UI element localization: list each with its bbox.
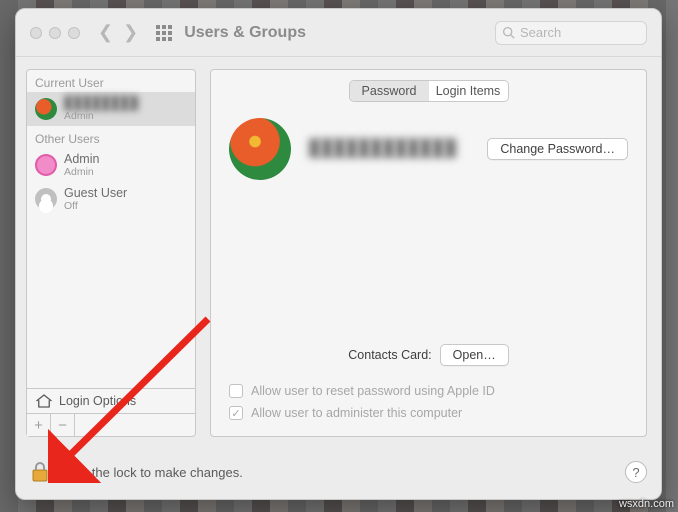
section-other-users: Other Users [27,126,195,148]
tab-login-items[interactable]: Login Items [429,81,508,101]
tab-password[interactable]: Password [350,81,429,101]
window-controls[interactable] [30,27,80,39]
checkbox-allow-admin[interactable]: ✓ [229,406,243,420]
user-avatar-large[interactable] [229,118,291,180]
minimize-dot[interactable] [49,27,61,39]
watermark: wsxdn.com [619,498,674,510]
change-password-button[interactable]: Change Password… [487,138,628,160]
main-panel: Password Login Items ████████████ Change… [210,69,647,437]
user-row[interactable]: Admin Admin [27,148,195,182]
avatar-icon [35,154,57,176]
allow-reset-label: Allow user to reset password using Apple… [251,384,495,398]
login-options[interactable]: Login Options [27,388,195,413]
zoom-dot[interactable] [68,27,80,39]
avatar-icon [35,188,57,210]
chevron-left-icon[interactable]: ❮ [98,22,113,43]
allow-admin-label: Allow user to administer this computer [251,406,462,420]
search-placeholder: Search [520,25,561,40]
user-role: Off [64,200,127,212]
open-contacts-button[interactable]: Open… [440,344,509,366]
checkbox-allow-reset[interactable] [229,384,243,398]
lock-icon[interactable] [30,461,50,483]
grid-icon[interactable] [156,25,172,41]
user-role: Admin [64,110,139,122]
close-dot[interactable] [30,27,42,39]
window-title: Users & Groups [184,24,306,42]
back-forward[interactable]: ❮ ❯ [92,22,144,43]
add-user-button[interactable]: + [27,414,51,436]
add-remove-bar: + − [27,413,195,436]
user-row[interactable]: Guest User Off [27,182,195,216]
house-icon [35,394,53,408]
search-icon [502,26,515,39]
user-display-name: ████████████ [309,140,469,158]
user-name: ████████ [64,96,139,110]
footer: Click the lock to make changes. ? [16,445,661,499]
remove-user-button[interactable]: − [51,414,75,436]
help-button[interactable]: ? [625,461,647,483]
chevron-right-icon[interactable]: ❯ [123,22,138,43]
contacts-card-label: Contacts Card: [348,348,431,362]
toolbar: ❮ ❯ Users & Groups Search [16,9,661,57]
avatar-icon [35,98,57,120]
search-field[interactable]: Search [495,21,647,45]
prefs-window: ❮ ❯ Users & Groups Search Current User █… [15,8,662,500]
user-name: Guest User [64,186,127,200]
user-role: Admin [64,166,99,178]
user-name: Admin [64,152,99,166]
sidebar: Current User ████████ Admin Other Users … [26,69,196,437]
section-current-user: Current User [27,70,195,92]
allow-admin-row: ✓ Allow user to administer this computer [229,406,495,420]
lock-hint: Click the lock to make changes. [60,465,243,480]
login-options-label: Login Options [59,394,136,408]
user-row-current[interactable]: ████████ Admin [27,92,195,126]
allow-reset-row: Allow user to reset password using Apple… [229,384,495,398]
tab-bar[interactable]: Password Login Items [349,80,509,102]
